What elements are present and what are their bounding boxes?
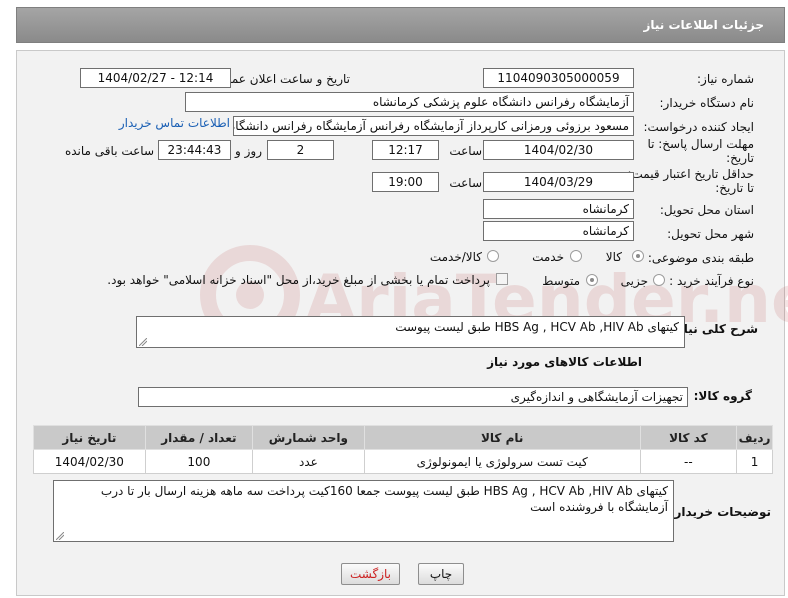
treasury-payment-checkbox[interactable] [496,273,508,285]
days-label: روز و [235,144,262,158]
col-header-item-code: کد کالا [639,425,738,450]
col-header-quantity: تعداد / مقدار [144,425,254,450]
process-radio-medium[interactable] [586,274,598,286]
category-radio-service[interactable] [570,250,582,262]
goods-group-label: گروه کالا: [693,389,752,403]
need-number-label: شماره نیاز: [697,72,754,86]
announce-datetime-field[interactable]: 1404/02/27 - 12:14 [80,68,231,88]
back-button[interactable]: بازگشت [341,563,400,585]
cell-need-date: 1404/02/30 [33,449,146,474]
province-field[interactable]: کرمانشاه [483,199,634,219]
category-option-goods: کالا [605,250,622,264]
process-option-medium: متوسط [542,274,580,288]
goods-table: ردیف کد کالا نام کالا واحد شمارش تعداد /… [33,425,773,474]
table-header-row: ردیف کد کالا نام کالا واحد شمارش تعداد /… [33,425,773,450]
deadline-time-field[interactable]: 12:17 [372,140,439,160]
deadline-time-label: ساعت [449,144,482,158]
city-field[interactable]: کرمانشاه [483,221,634,241]
creator-field[interactable]: مسعود برزوئی ورمزانی کارپرداز آزمایشگاه … [233,116,634,136]
cell-item-name: کیت تست سرولوژی یا ایمونولوژی [363,449,641,474]
col-header-row-number: ردیف [736,425,773,450]
contact-buyer-link[interactable]: اطلاعات تماس خریدار [119,116,230,130]
category-option-service: خدمت [532,250,564,264]
need-number-field[interactable]: 1104090305000059 [483,68,634,88]
validity-label-2: تا تاریخ: [715,181,754,195]
col-header-item-name: نام کالا [363,425,641,450]
creator-label: ایجاد کننده درخواست: [643,120,754,134]
remaining-label: ساعت باقی مانده [64,144,154,158]
cell-row-number: 1 [736,449,773,474]
validity-label: حداقل تاریخ اعتبار قیمت: [627,167,754,181]
remaining-time-field[interactable]: 23:44:43 [158,140,231,160]
days-field[interactable]: 2 [267,140,334,160]
category-radio-goods[interactable] [632,250,644,262]
goods-group-field[interactable]: تجهیزات آزمایشگاهی و اندازه‌گیری [138,387,688,407]
deadline-label-2: تاریخ: [726,151,754,165]
table-row[interactable]: 1 -- کیت تست سرولوژی یا ایمونولوژی عدد 1… [33,449,773,474]
resize-grip-icon[interactable] [56,532,64,540]
deadline-label: مهلت ارسال پاسخ: تا [647,137,754,151]
page-header: جزئیات اطلاعات نیاز [16,7,785,43]
buyer-org-label: نام دستگاه خریدار: [659,96,755,110]
category-radio-both[interactable] [487,250,499,262]
page-title: جزئیات اطلاعات نیاز [643,18,764,32]
process-radio-minor[interactable] [653,274,665,286]
treasury-payment-note: پرداخت تمام یا بخشی از مبلغ خرید،از محل … [107,273,490,287]
validity-time-field[interactable]: 19:00 [372,172,439,192]
cell-item-code: -- [639,449,738,474]
print-button[interactable]: چاپ [418,563,464,585]
province-label: استان محل تحویل: [659,203,754,217]
col-header-need-date: تاریخ نیاز [33,425,146,450]
cell-quantity: 100 [144,449,254,474]
validity-time-label: ساعت [449,176,482,190]
process-label: نوع فرآیند خرید : [669,274,754,288]
description-text: کیتهای HBS Ag , HCV Ab ,HIV Ab طبق لیست … [395,320,679,334]
process-option-minor: جزیی [620,274,648,288]
col-header-unit: واحد شمارش [252,425,365,450]
cell-unit: عدد [252,449,365,474]
validity-date-field[interactable]: 1404/03/29 [483,172,634,192]
category-label: طبقه بندی موضوعی: [647,251,754,265]
buyer-org-field[interactable]: آزمایشگاه رفرانس دانشگاه علوم پزشکی کرما… [185,92,634,112]
resize-grip-icon[interactable] [139,338,147,346]
goods-section-title: اطلاعات کالاهای مورد نیاز [487,355,642,369]
category-option-both: کالا/خدمت [429,250,482,264]
deadline-date-field[interactable]: 1404/02/30 [483,140,634,160]
buyer-notes-field[interactable]: کیتهای HBS Ag , HCV Ab ,HIV Ab طبق لیست … [53,480,674,542]
city-label: شهر محل تحویل: [667,227,754,241]
buyer-notes-text: کیتهای HBS Ag , HCV Ab ,HIV Ab طبق لیست … [100,484,668,514]
description-field[interactable]: کیتهای HBS Ag , HCV Ab ,HIV Ab طبق لیست … [136,316,685,348]
buyer-notes-label: توضیحات خریدار: [669,505,771,519]
